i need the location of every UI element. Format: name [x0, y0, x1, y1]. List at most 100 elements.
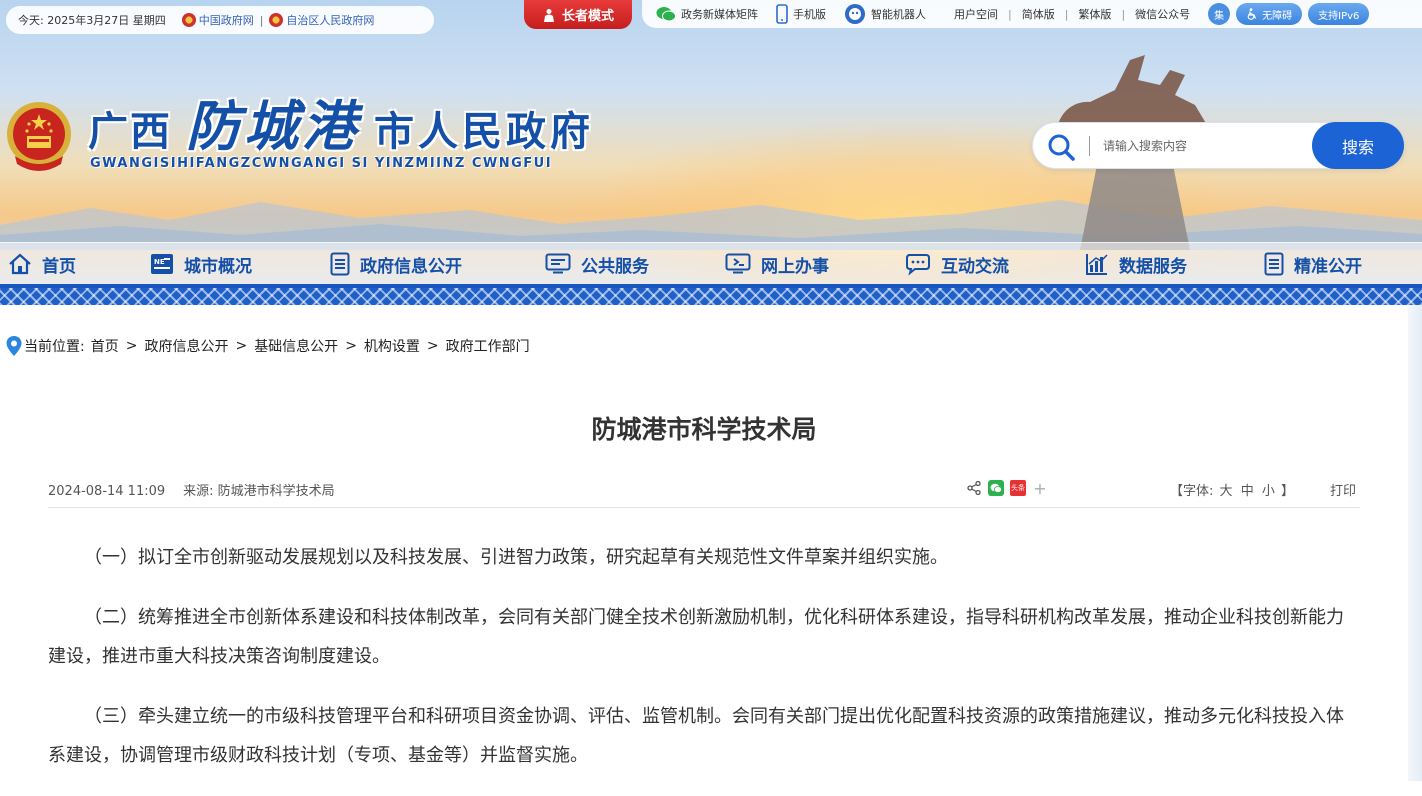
simplified-link[interactable]: 简体版 — [1022, 6, 1055, 22]
separator: | — [259, 13, 264, 27]
font-size-control: 【字体: 大 中 小 】 — [1170, 480, 1294, 499]
mobile-phone-icon — [776, 4, 788, 24]
font-small-button[interactable]: 小 — [1262, 484, 1275, 499]
link-region-gov[interactable]: 自治区人民政府网 — [286, 12, 374, 28]
font-medium-button[interactable]: 中 — [1241, 484, 1254, 499]
nav-item-gov-info[interactable]: 政府信息公开 — [330, 243, 462, 285]
mobile-version-label: 手机版 — [793, 8, 826, 21]
emblem-mini-icon — [269, 13, 284, 27]
elder-mode-label: 长者模式 — [561, 9, 614, 24]
nav-item-online-office[interactable]: 网上办事 — [725, 243, 829, 285]
search-box: 搜索 — [1032, 122, 1404, 169]
separator: | — [1064, 7, 1069, 21]
nav-item-city-overview[interactable]: NE 城市概况 — [150, 243, 252, 285]
decorative-pattern-band — [0, 284, 1422, 305]
site-subtitle: GWANGISIHIFANGZCWNGANGI SI YINZMIINZ CWN… — [90, 156, 553, 171]
robot-link[interactable]: 智能机器人 — [844, 3, 926, 25]
article-paragraph: （一）拟订全市创新驱动发展规划以及科技发展、引进智力政策，研究起草有关规范性文件… — [84, 547, 948, 568]
nav-item-label: 数据服务 — [1119, 256, 1187, 277]
traditional-link[interactable]: 繁体版 — [1078, 6, 1111, 22]
utility-bar: 政务新媒体矩阵 手机版 智能机器人 用户空间 | 简体版 | 繁体版 | 微信公… — [642, 0, 1422, 28]
chart-icon — [1086, 254, 1108, 275]
elder-person-icon — [543, 8, 554, 22]
media-matrix-label: 政务新媒体矩阵 — [681, 8, 758, 21]
document-list-icon — [330, 252, 350, 276]
document-list-icon — [1264, 252, 1284, 276]
link-china-gov[interactable]: 中国政府网 — [199, 12, 254, 28]
breadcrumb-org-setup[interactable]: 机构设置 — [364, 336, 420, 356]
elder-mode-button[interactable]: 长者模式 — [524, 0, 632, 29]
article-meta: 2024-08-14 11:09 来源: 防城港市科学技术局 头条 + 【字体: … — [48, 478, 1360, 508]
monitor-office-icon — [725, 253, 751, 274]
barrier-free-label: 无障碍 — [1262, 10, 1293, 22]
robot-label: 智能机器人 — [871, 8, 926, 21]
publish-date: 2024-08-14 11:09 — [48, 484, 166, 499]
breadcrumb: 当前位置: 首页 > 政府信息公开 > 基础信息公开 > 机构设置 > 政府工作… — [6, 336, 530, 356]
font-large-button[interactable]: 大 — [1220, 484, 1233, 499]
news-icon: NE — [151, 254, 173, 274]
robot-icon — [845, 4, 865, 24]
font-size-label-open: 【字体: — [1170, 484, 1214, 499]
breadcrumb-separator: > — [235, 338, 248, 354]
nav-item-label: 公共服务 — [581, 256, 649, 277]
nav-item-precise-disclosure[interactable]: 精准公开 — [1264, 243, 1362, 285]
nav-item-interaction[interactable]: 互动交流 — [905, 243, 1009, 285]
breadcrumb-basic-info[interactable]: 基础信息公开 — [254, 336, 338, 356]
article-body: （一）拟订全市创新驱动发展规划以及科技发展、引进智力政策，研究起草有关规范性文件… — [48, 538, 1360, 796]
breadcrumb-prefix: 当前位置: — [24, 339, 85, 355]
separator: | — [1121, 7, 1126, 21]
site-title-region: 广西 — [88, 108, 172, 155]
breadcrumb-home[interactable]: 首页 — [91, 336, 119, 356]
nav-item-home[interactable]: 首页 — [8, 243, 76, 285]
search-divider — [1089, 136, 1090, 156]
national-emblem-logo — [7, 102, 71, 171]
nav-item-label: 互动交流 — [941, 256, 1009, 277]
nav-item-label: 网上办事 — [761, 256, 829, 277]
ipv6-badge: 支持IPv6 — [1308, 3, 1370, 25]
breadcrumb-gov-info[interactable]: 政府信息公开 — [144, 336, 228, 356]
main-nav: 首页 NE 城市概况 政府信息公开 公共服务 网上办事 互动交流 数据服务 精准… — [0, 242, 1422, 284]
right-edge-decoration — [1408, 305, 1422, 781]
article-paragraph: （三）牵头建立统一的市级科技管理平台和科研项目资金协调、评估、监管机制。会同有关… — [48, 706, 1344, 766]
emblem-mini-icon — [181, 13, 196, 27]
date-bar: 今天: 2025年3月27日 星期四 中国政府网 | 自治区人民政府网 — [6, 6, 434, 34]
nav-item-label: 城市概况 — [184, 256, 252, 277]
nav-item-label: 政府信息公开 — [360, 256, 462, 277]
svg-text:NE: NE — [154, 258, 165, 266]
search-input[interactable] — [1101, 131, 1301, 161]
article-source: 来源: 防城港市科学技术局 — [183, 484, 335, 499]
home-icon — [9, 253, 31, 275]
media-matrix-link[interactable]: 政务新媒体矩阵 — [656, 6, 758, 22]
barrier-free-button[interactable]: 无障碍 — [1236, 3, 1303, 25]
monitor-service-icon — [545, 253, 571, 274]
more-share-icon[interactable]: + — [1032, 479, 1048, 498]
article-meta-left: 2024-08-14 11:09 来源: 防城港市科学技术局 — [48, 480, 335, 499]
wechat-share-icon[interactable] — [988, 480, 1004, 496]
search-icon — [1047, 133, 1075, 161]
wechat-icon — [656, 7, 676, 22]
breadcrumb-gov-departments[interactable]: 政府工作部门 — [446, 336, 530, 356]
breadcrumb-separator: > — [426, 338, 439, 354]
search-button[interactable]: 搜索 — [1312, 122, 1404, 169]
share-bar: 头条 + — [966, 479, 1048, 498]
collect-icon[interactable]: 集 — [1208, 3, 1231, 25]
article-paragraph: （二）统筹推进全市创新体系建设和科技体制改革，会同有关部门健全技术创新激励机制，… — [48, 607, 1344, 667]
mobile-version-link[interactable]: 手机版 — [776, 4, 826, 24]
article-title: 防城港市科学技术局 — [591, 415, 817, 444]
wechat-account-link[interactable]: 微信公众号 — [1135, 6, 1190, 22]
site-title-government: 市人民政府 — [374, 108, 594, 155]
toutiao-share-icon[interactable]: 头条 — [1010, 480, 1026, 496]
nav-item-public-service[interactable]: 公共服务 — [545, 243, 649, 285]
user-space-link[interactable]: 用户空间 — [954, 6, 998, 22]
font-size-label-close: 】 — [1281, 484, 1295, 499]
location-pin-icon — [6, 336, 22, 356]
breadcrumb-separator: > — [345, 338, 357, 354]
nav-item-data-service[interactable]: 数据服务 — [1085, 243, 1187, 285]
current-date: 今天: 2025年3月27日 星期四 — [18, 14, 166, 27]
site-title-city: 防城港 — [186, 94, 360, 158]
site-title: 广西 防城港 市人民政府 — [88, 82, 594, 161]
breadcrumb-separator: > — [125, 338, 138, 354]
share-icon[interactable] — [966, 480, 982, 496]
print-button[interactable]: 打印 — [1330, 480, 1356, 499]
wheelchair-icon — [1247, 8, 1257, 20]
